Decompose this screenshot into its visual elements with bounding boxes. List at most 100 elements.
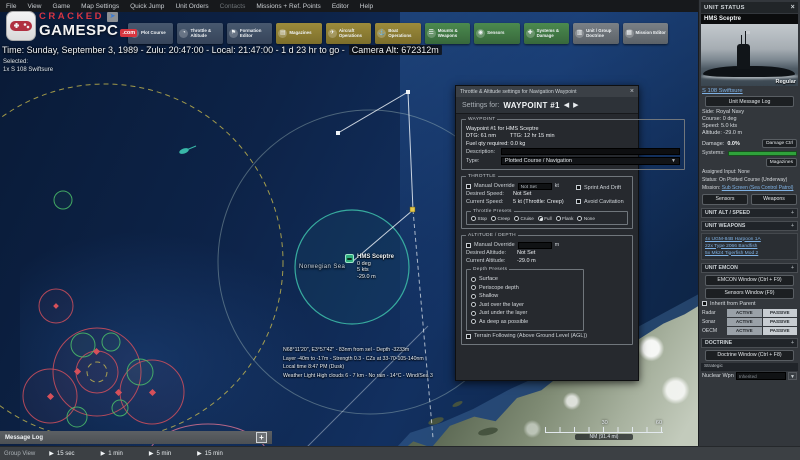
preset-none-radio[interactable] xyxy=(577,216,583,221)
formation-editor-button[interactable]: ⚑ Formation Editor xyxy=(226,23,273,44)
throttle-altitude-button[interactable]: ◔ Throttle & Altitude xyxy=(177,23,223,44)
message-log-expand-icon[interactable]: + xyxy=(256,432,267,443)
menu-contacts[interactable]: Contacts xyxy=(220,3,246,10)
dialog-title-bar[interactable]: Throttle & Altitude settings for Navigat… xyxy=(456,86,638,97)
menu-file[interactable]: File xyxy=(6,3,16,10)
doctrine-window-button[interactable]: Doctrine Window (Ctrl + F8) xyxy=(704,349,795,361)
expand-icon[interactable]: + xyxy=(791,223,794,229)
depth-periscope[interactable]: Periscope depth xyxy=(471,285,579,291)
sonar-active-button[interactable]: ACTIVE xyxy=(727,317,762,326)
manual-override-depth-checkbox[interactable] xyxy=(466,242,471,248)
speed-1min-button[interactable]: ▶ 1 min xyxy=(100,450,123,458)
preset-stop-radio[interactable] xyxy=(471,216,476,221)
depth-over-layer-radio[interactable] xyxy=(471,302,476,307)
preset-none[interactable]: None xyxy=(577,216,595,221)
unit-status-header[interactable]: UNIT STATUS × xyxy=(701,2,798,13)
description-input[interactable] xyxy=(501,148,680,155)
menu-missions-ref-points[interactable]: Missions + Ref. Points xyxy=(256,3,320,10)
friendly-contact-marker[interactable] xyxy=(178,145,197,155)
override-speed-input[interactable]: Not Set xyxy=(517,182,552,190)
aircraft-operations-button[interactable]: ✈ Aircraft Operations xyxy=(325,23,372,44)
terrain-following-checkbox[interactable] xyxy=(466,333,471,339)
override-depth-input[interactable] xyxy=(517,241,552,249)
preset-flank-radio[interactable] xyxy=(555,216,561,221)
sensors-panel-button[interactable]: Sensors xyxy=(702,193,748,205)
preset-cruise[interactable]: Cruise xyxy=(513,216,534,221)
depth-deep-radio[interactable] xyxy=(471,319,476,324)
sensors-button[interactable]: ◉ Sensors xyxy=(474,23,520,44)
oecm-passive-button[interactable]: PASSIVE xyxy=(762,326,797,335)
depth-surface[interactable]: Surface xyxy=(471,276,579,282)
sonar-passive-button[interactable]: PASSIVE xyxy=(762,317,797,326)
preset-full[interactable]: Full xyxy=(537,216,552,221)
waypoint-type-dropdown[interactable]: Plotted Course / Navigation ▼ xyxy=(501,156,680,165)
preset-full-radio[interactable] xyxy=(537,216,543,221)
depth-shallow-radio[interactable] xyxy=(471,293,476,299)
expand-icon[interactable]: + xyxy=(791,210,794,216)
unit-group-doctrine-button[interactable]: ▥ Unit / Group Doctrine xyxy=(573,23,619,44)
message-log-bar[interactable]: Message Log + xyxy=(0,431,272,444)
radar-passive-button[interactable]: PASSIVE xyxy=(762,308,797,317)
section-unit-alt-speed[interactable]: UNIT ALT / SPEED + xyxy=(701,207,798,218)
damage-ctrl-button[interactable]: Damage Ctrl xyxy=(762,139,797,148)
menu-quick-jump[interactable]: Quick Jump xyxy=(130,3,164,10)
dialog-close-icon[interactable]: × xyxy=(630,88,634,95)
depth-periscope-radio[interactable] xyxy=(471,285,476,290)
depth-under-layer-radio[interactable] xyxy=(471,310,476,316)
depth-surface-radio[interactable] xyxy=(471,276,476,282)
avoid-cavitation-checkbox[interactable] xyxy=(576,199,581,204)
waypoint-markers[interactable] xyxy=(336,90,416,213)
preset-creep[interactable]: Creep xyxy=(490,216,510,221)
depth-deep[interactable]: As deep as possible xyxy=(471,319,579,325)
selected-unit-marker[interactable]: HMS Sceptre 0 deg 5 kts -29.0 m xyxy=(345,254,394,280)
mission-link[interactable]: Sub Screen (Sea Control Patrol) xyxy=(722,185,794,191)
speed-15sec-button[interactable]: ▶ 15 sec xyxy=(49,450,74,458)
menu-game[interactable]: Game xyxy=(52,3,70,10)
depth-shallow[interactable]: Shallow xyxy=(471,293,579,299)
panel-close-icon[interactable]: × xyxy=(791,4,795,11)
sprint-drift-checkbox[interactable] xyxy=(576,185,581,190)
expand-icon[interactable]: + xyxy=(791,265,794,271)
expand-icon[interactable]: + xyxy=(791,340,794,346)
menu-editor[interactable]: Editor xyxy=(332,3,349,10)
weapon-link-harpoon[interactable]: 4x UGM-84B Harpoon 1A xyxy=(705,236,794,243)
preset-flank[interactable]: Flank xyxy=(555,216,573,221)
weapon-link-tigerfish[interactable]: 5x Mk24 Tigerfish Mod 2 xyxy=(705,250,794,257)
next-waypoint-icon[interactable]: ▶ xyxy=(573,101,578,109)
class-link[interactable]: S 108 Swiftsure xyxy=(702,88,797,94)
manual-override-speed-checkbox[interactable] xyxy=(466,183,471,189)
menu-help[interactable]: Help xyxy=(360,3,373,10)
weapons-panel-button[interactable]: Weapons xyxy=(751,193,797,205)
preset-cruise-radio[interactable] xyxy=(513,216,519,221)
unit-message-log-button[interactable]: Unit Message Log xyxy=(704,96,795,107)
section-unit-weapons[interactable]: UNIT WEAPONS + xyxy=(701,220,798,231)
emcon-window-button[interactable]: EMCON Window (Ctrl + F9) xyxy=(704,274,795,286)
nuclear-weapon-dropdown-icon[interactable]: ▼ xyxy=(788,371,797,380)
prev-waypoint-icon[interactable]: ◀ xyxy=(564,101,569,109)
section-doctrine[interactable]: DOCTRINE + xyxy=(701,337,798,348)
sensors-window-button[interactable]: Sensors Window (F9) xyxy=(704,287,795,299)
boat-operations-button[interactable]: ⚓ Boat Operations xyxy=(375,23,421,44)
play-icon: ▶ xyxy=(100,451,106,457)
mounts-weapons-button[interactable]: ☰ Mounts & Weapons xyxy=(424,23,471,44)
formation-editor-icon: ⚑ xyxy=(228,29,238,38)
inherit-from-parent-checkbox[interactable] xyxy=(702,301,707,306)
depth-over-layer[interactable]: Just over the layer xyxy=(471,302,579,308)
speed-5min-button[interactable]: ▶ 5 min xyxy=(149,450,171,458)
preset-stop[interactable]: Stop xyxy=(471,216,487,221)
menu-map-settings[interactable]: Map Settings xyxy=(81,3,119,10)
magazines-button[interactable]: Magazines xyxy=(765,158,797,167)
oecm-active-button[interactable]: ACTIVE xyxy=(727,326,762,335)
magazines-button[interactable]: ▤ Magazines xyxy=(276,23,322,44)
menu-unit-orders[interactable]: Unit Orders xyxy=(175,3,208,10)
submarine-unit-icon[interactable] xyxy=(345,254,354,263)
speed-15min-button[interactable]: ▶ 15 min xyxy=(197,450,223,458)
menu-view[interactable]: View xyxy=(27,3,41,10)
section-unit-emcon[interactable]: UNIT EMCON + xyxy=(701,262,798,273)
preset-creep-radio[interactable] xyxy=(490,216,496,221)
depth-under-layer[interactable]: Just under the layer xyxy=(471,310,579,316)
mission-editor-button[interactable]: ▦ Mission Editor xyxy=(622,23,668,44)
radar-active-button[interactable]: ACTIVE xyxy=(727,308,762,317)
weapon-link-bandfish[interactable]: 22x Type 2066 Bandfish xyxy=(705,243,794,250)
systems-damage-button[interactable]: ✚ Systems & Damage xyxy=(523,23,570,44)
